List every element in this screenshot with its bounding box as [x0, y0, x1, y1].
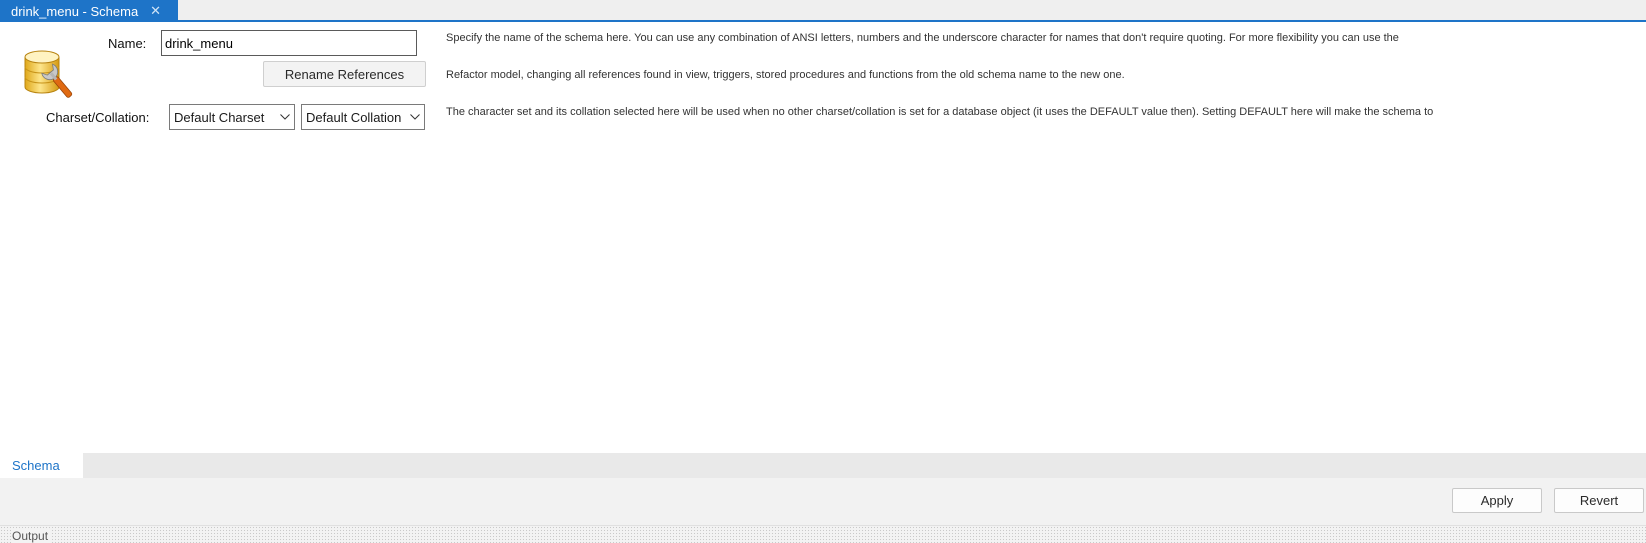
chevron-down-icon: [276, 105, 294, 129]
tab-schema-label: Schema: [12, 458, 60, 473]
charset-value: Default Charset: [174, 109, 265, 125]
apply-button[interactable]: Apply: [1452, 488, 1542, 513]
chevron-down-icon: [406, 105, 424, 129]
name-label: Name:: [108, 36, 147, 51]
rename-description: Refactor model, changing all references …: [446, 69, 1125, 81]
tab-schema[interactable]: Schema: [3, 453, 83, 478]
output-label: Output: [12, 529, 53, 543]
collation-value: Default Collation: [306, 109, 402, 125]
output-panel-header[interactable]: Output: [0, 525, 1646, 543]
schema-editor-tab[interactable]: drink_menu - Schema ✕: [0, 0, 178, 22]
schema-name-input[interactable]: [161, 30, 417, 56]
action-bar: Apply Revert: [0, 478, 1646, 525]
tab-title: drink_menu - Schema: [11, 3, 139, 19]
editor-bottom-tabs: Schema: [3, 453, 1646, 478]
revert-button[interactable]: Revert: [1554, 488, 1644, 513]
rename-references-button[interactable]: Rename References: [263, 61, 426, 87]
charset-collation-label: Charset/Collation:: [46, 110, 150, 125]
collation-select[interactable]: Default Collation: [301, 104, 425, 130]
editor-tab-strip: drink_menu - Schema ✕: [0, 0, 1646, 22]
charset-description: The character set and its collation sele…: [446, 106, 1434, 118]
close-icon[interactable]: ✕: [150, 3, 161, 19]
database-wrench-icon: [24, 50, 73, 98]
charset-select[interactable]: Default Charset: [169, 104, 295, 130]
name-description: Specify the name of the schema here. You…: [446, 32, 1399, 44]
schema-editor-panel: Name: Rename References Charset/Collatio…: [3, 22, 1646, 453]
